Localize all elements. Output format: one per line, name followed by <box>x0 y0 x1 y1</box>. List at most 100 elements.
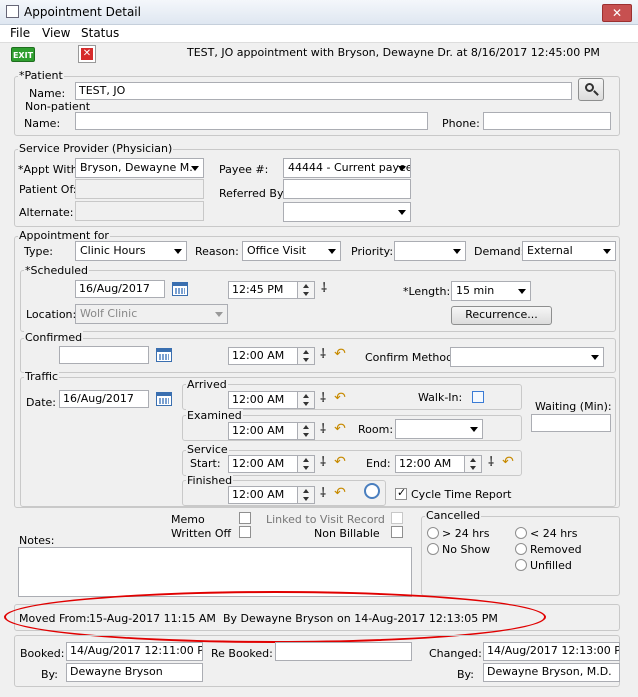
room-label: Room: <box>358 423 394 436</box>
patient-of-label: Patient Of: <box>19 183 77 196</box>
demand-select[interactable]: External <box>522 241 616 261</box>
end-time-input[interactable]: 12:00 AM <box>395 455 465 473</box>
demand-label: Demand: <box>474 245 525 258</box>
confirmed-pin-icon[interactable]: ⸸ <box>316 347 330 363</box>
linked-visit-label: Linked to Visit Record <box>266 513 385 526</box>
no-show-radio[interactable] <box>427 543 439 555</box>
cancel-gt24-label: > 24 hrs <box>442 527 490 540</box>
examined-time-spinner[interactable] <box>297 422 315 440</box>
payee-label: Payee #: <box>219 163 269 176</box>
arrived-undo-icon[interactable]: ↶ <box>332 390 348 406</box>
notes-label: Notes: <box>19 534 55 547</box>
examined-undo-icon[interactable]: ↶ <box>332 421 348 437</box>
window-title: Appointment Detail <box>24 5 141 19</box>
patient-group-label: *Patient <box>18 69 64 82</box>
traffic-label: Traffic <box>24 370 60 383</box>
patient-name-input[interactable]: TEST, JO <box>75 82 572 100</box>
calendar-icon[interactable] <box>172 282 188 296</box>
moved-on-value: on 14-Aug-2017 12:13:05 PM <box>337 612 498 625</box>
examined-time-input[interactable]: 12:00 AM <box>228 422 298 440</box>
menu-view[interactable]: View <box>42 26 70 40</box>
cancelled-label: Cancelled <box>425 509 482 522</box>
arrived-time-spinner[interactable] <box>297 391 315 409</box>
finished-label: Finished <box>186 474 234 487</box>
end-time-spinner[interactable] <box>464 455 482 473</box>
traffic-date-input[interactable]: 16/Aug/2017 <box>59 390 149 408</box>
cancel-lt24-radio[interactable] <box>515 527 527 539</box>
removed-label: Removed <box>530 543 582 556</box>
booked-by-value: Dewayne Bryson <box>66 663 203 682</box>
room-select[interactable] <box>395 419 483 439</box>
menu-status[interactable]: Status <box>81 26 119 40</box>
rebooked-label: Re Booked: <box>211 647 273 660</box>
walkin-checkbox[interactable] <box>472 391 484 403</box>
memo-checkbox[interactable] <box>239 512 251 524</box>
cancel-gt24-radio[interactable] <box>427 527 439 539</box>
close-icon[interactable]: ✕ <box>602 4 632 22</box>
finished-pin-icon[interactable]: ⸸ <box>316 486 330 502</box>
exit-button[interactable]: EXIT <box>11 47 35 62</box>
memo-label: Memo <box>171 513 205 526</box>
arrived-pin-icon[interactable]: ⸸ <box>316 391 330 407</box>
appt-with-select[interactable]: Bryson, Dewayne M. <box>75 158 204 178</box>
phone-input[interactable] <box>483 112 611 130</box>
patient-search-button[interactable] <box>578 78 604 101</box>
end-undo-icon[interactable]: ↶ <box>500 454 516 470</box>
start-undo-icon[interactable]: ↶ <box>332 454 348 470</box>
written-off-label: Written Off <box>171 527 232 540</box>
nonpatient-name-label: Name: <box>24 117 61 130</box>
scheduled-time-spinner[interactable] <box>297 281 315 299</box>
type-select[interactable]: Clinic Hours <box>75 241 187 261</box>
menu-file[interactable]: File <box>10 26 30 40</box>
magnifier-handle <box>593 90 599 96</box>
arrived-time-input[interactable]: 12:00 AM <box>228 391 298 409</box>
confirmed-time-input[interactable]: 12:00 AM <box>228 347 298 365</box>
scheduled-date-input[interactable]: 16/Aug/2017 <box>75 280 165 298</box>
confirmed-time-spinner[interactable] <box>297 347 315 365</box>
length-select[interactable]: 15 min <box>451 281 531 301</box>
confirm-method-select[interactable] <box>450 347 604 367</box>
changed-by-label: By: <box>457 668 474 681</box>
referred-by-select[interactable] <box>283 202 411 222</box>
cancel-lt24-label: < 24 hrs <box>530 527 578 540</box>
confirmed-undo-icon[interactable]: ↶ <box>332 346 348 362</box>
confirmed-calendar-icon[interactable] <box>156 348 172 362</box>
start-time-input[interactable]: 12:00 AM <box>228 455 298 473</box>
finished-time-spinner[interactable] <box>297 486 315 504</box>
scheduled-time-input[interactable]: 12:45 PM <box>228 281 298 299</box>
finished-time-input[interactable]: 12:00 AM <box>228 486 298 504</box>
pin-icon[interactable]: ⸸ <box>317 281 331 297</box>
priority-select[interactable] <box>394 241 466 261</box>
removed-radio[interactable] <box>515 543 527 555</box>
start-time-spinner[interactable] <box>297 455 315 473</box>
priority-label: Priority: <box>351 245 394 258</box>
end-pin-icon[interactable]: ⸸ <box>484 455 498 471</box>
written-off-checkbox[interactable] <box>239 526 251 538</box>
delete-button[interactable]: ✕ <box>78 45 96 63</box>
unfilled-radio[interactable] <box>515 559 527 571</box>
notes-textarea[interactable] <box>18 547 412 597</box>
cycle-time-checkbox[interactable] <box>395 486 407 500</box>
nonpatient-name-input[interactable] <box>75 112 428 130</box>
location-label: Location: <box>26 308 77 321</box>
recurrence-button[interactable]: Recurrence... <box>451 306 552 325</box>
start-pin-icon[interactable]: ⸸ <box>316 455 330 471</box>
payee-select[interactable]: 44444 - Current payee <box>283 158 411 178</box>
finished-undo-icon[interactable]: ↶ <box>332 485 348 501</box>
waiting-input[interactable] <box>531 414 611 432</box>
provider-group-label: Service Provider (Physician) <box>18 142 174 155</box>
delete-icon: ✕ <box>81 48 93 60</box>
length-label: *Length: <box>403 285 451 298</box>
non-billable-checkbox[interactable] <box>391 526 403 538</box>
reason-select[interactable]: Office Visit <box>242 241 341 261</box>
confirmed-date-input[interactable] <box>59 346 149 364</box>
clock-icon[interactable] <box>364 483 380 499</box>
arrived-label: Arrived <box>186 378 228 391</box>
traffic-calendar-icon[interactable] <box>156 392 172 406</box>
changed-value: 14/Aug/2017 12:13:00 PM <box>483 642 620 661</box>
examined-pin-icon[interactable]: ⸸ <box>316 422 330 438</box>
moved-from-label: Moved From: <box>19 612 90 625</box>
unfilled-label: Unfilled <box>530 559 572 572</box>
type-label: Type: <box>24 245 53 258</box>
referred-by-input[interactable] <box>283 179 411 199</box>
